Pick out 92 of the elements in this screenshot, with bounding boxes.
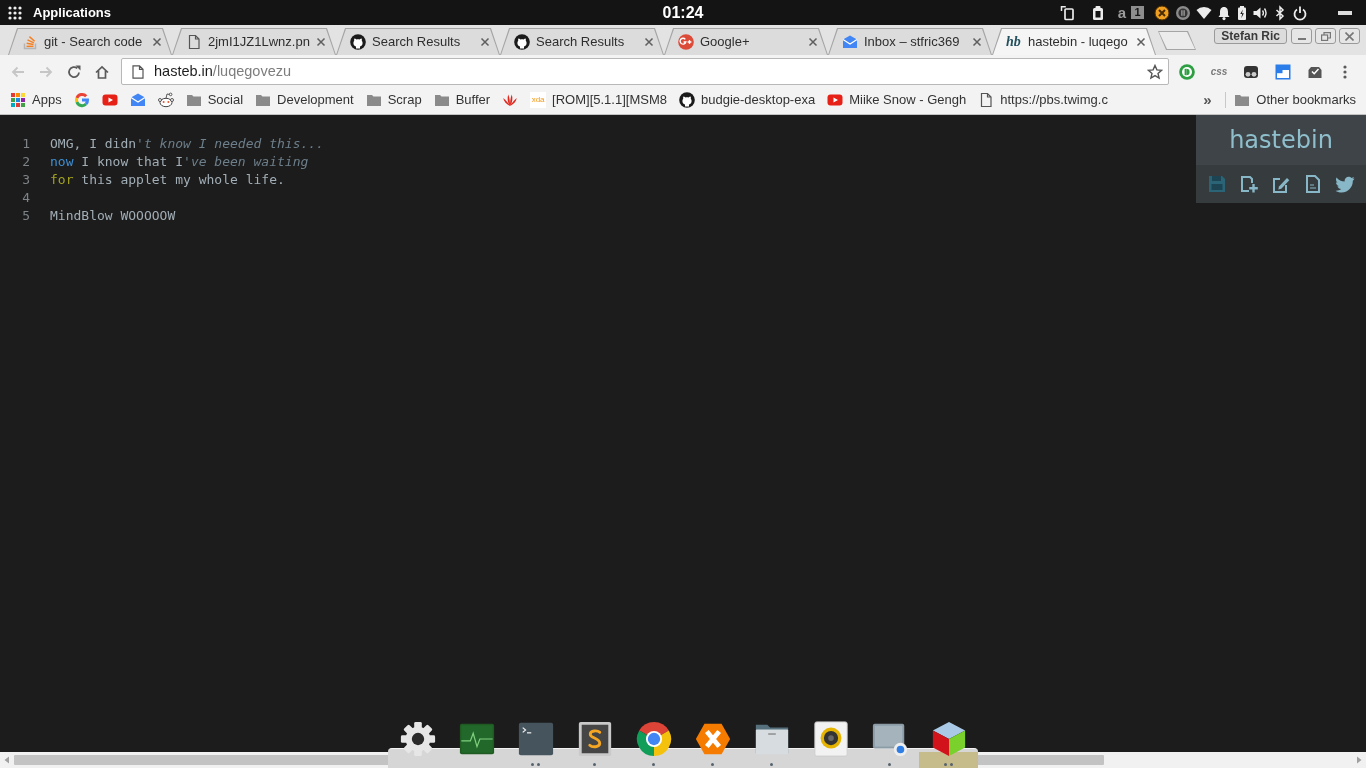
close-icon[interactable] bbox=[972, 36, 982, 47]
bookmark-item[interactable]: Apps bbox=[4, 89, 68, 111]
bookmark-item[interactable]: Miike Snow - Gengh bbox=[821, 89, 973, 111]
close-icon[interactable] bbox=[808, 36, 818, 47]
close-icon[interactable] bbox=[152, 36, 162, 47]
document-icon bbox=[186, 33, 202, 50]
indicator-badge[interactable]: 1 bbox=[1131, 6, 1144, 19]
play-icon bbox=[101, 92, 118, 108]
browser-tab[interactable]: hb hastebin - luqego bbox=[992, 28, 1156, 55]
line-number: 1 bbox=[21, 135, 30, 153]
folder-icon bbox=[255, 92, 272, 108]
window-icon bbox=[1275, 63, 1291, 80]
cat-circle-icon bbox=[678, 92, 695, 108]
minimize-button[interactable] bbox=[1291, 28, 1312, 44]
rotate-icon[interactable] bbox=[1059, 4, 1076, 21]
menu-icon bbox=[1343, 63, 1347, 80]
home-icon bbox=[94, 63, 110, 80]
close-icon[interactable] bbox=[316, 36, 326, 47]
folder-icon bbox=[365, 92, 382, 108]
close-icon[interactable] bbox=[480, 36, 490, 47]
code-line: for this applet my whole life. bbox=[50, 171, 285, 189]
code-line: OMG, I didn't know I needed this... bbox=[50, 135, 324, 153]
alien-head-icon bbox=[157, 92, 174, 108]
dash-icon[interactable] bbox=[1338, 10, 1352, 15]
petals-icon bbox=[502, 92, 519, 108]
extension-button[interactable]: css bbox=[1203, 57, 1235, 86]
pause-circle-icon[interactable] bbox=[1175, 4, 1191, 21]
restore-button[interactable] bbox=[1315, 28, 1336, 44]
browser-tab[interactable]: Search Results bbox=[336, 28, 500, 55]
bookmark-folder[interactable]: Other bookmarks bbox=[1234, 89, 1366, 111]
bird-icon bbox=[1335, 174, 1355, 194]
two-dot-square-icon bbox=[1243, 63, 1259, 80]
bookmark-item[interactable]: budgie-desktop-exa bbox=[672, 89, 822, 111]
close-icon[interactable] bbox=[644, 36, 654, 47]
browser-tab[interactable]: Google+ bbox=[664, 28, 828, 55]
grid-icon bbox=[10, 92, 26, 108]
browser-tab[interactable]: Search Results bbox=[500, 28, 664, 55]
folder-icon bbox=[433, 92, 450, 108]
bookmark-folder[interactable]: Buffer bbox=[427, 89, 497, 111]
page-icon bbox=[978, 92, 995, 108]
bookmark-item[interactable]: https://pbs.twimg.c bbox=[972, 89, 1114, 111]
segmented-circle-icon bbox=[634, 720, 673, 758]
folder-icon bbox=[1234, 92, 1251, 108]
ring-extension-icon bbox=[1179, 63, 1195, 80]
bookmark-folder[interactable]: Development bbox=[249, 89, 360, 111]
star-icon[interactable] bbox=[1147, 63, 1163, 80]
hastebin-logo: hastebin bbox=[1229, 128, 1333, 152]
close-icon bbox=[1345, 31, 1354, 41]
floppy-icon bbox=[1207, 174, 1227, 194]
profile-button[interactable]: Stefan Ric bbox=[1214, 28, 1287, 44]
g-logo-icon bbox=[73, 92, 90, 108]
bookmark-folder[interactable]: Scrap bbox=[359, 89, 428, 111]
page-icon bbox=[132, 64, 144, 79]
bookmark-folder[interactable]: Social bbox=[179, 89, 250, 111]
favicon-text: xda bbox=[530, 92, 547, 108]
speaker-icon bbox=[811, 720, 850, 758]
clock: 01:24 bbox=[662, 2, 704, 23]
restore-icon bbox=[1320, 31, 1331, 41]
bookmarks-overflow-button[interactable]: » bbox=[1197, 89, 1218, 111]
applications-menu[interactable]: Applications bbox=[33, 2, 111, 23]
line-number: 2 bbox=[21, 153, 30, 171]
code-line: now I know that I've been waiting bbox=[50, 153, 309, 171]
plus-circle-icon bbox=[678, 33, 694, 50]
address-bar[interactable]: hasteb.in/luqegovezu bbox=[121, 58, 1169, 85]
close-window-button[interactable] bbox=[1339, 28, 1360, 44]
envelope-icon bbox=[129, 92, 146, 108]
apps-grid-icon[interactable] bbox=[8, 5, 22, 20]
minimize-icon bbox=[1297, 38, 1306, 40]
cat-circle-icon bbox=[514, 33, 530, 50]
line-number: 5 bbox=[21, 207, 30, 225]
wifi-icon[interactable] bbox=[1196, 4, 1212, 21]
folder-icon bbox=[185, 92, 202, 108]
cat-circle-icon bbox=[350, 33, 366, 50]
play-icon bbox=[827, 92, 844, 108]
browser-tab[interactable]: Inbox – stfric369 bbox=[828, 28, 992, 55]
bookmark-item[interactable]: xda [ROM][5.1.1][MSM8 bbox=[524, 89, 673, 111]
reload-icon bbox=[66, 63, 82, 80]
line-number: 3 bbox=[21, 171, 30, 189]
document-icon bbox=[1303, 174, 1323, 194]
x-circle-icon[interactable] bbox=[1154, 4, 1170, 21]
browser-tab[interactable]: git - Search code bbox=[8, 28, 172, 55]
gear-icon bbox=[398, 720, 437, 758]
new-document-icon bbox=[1239, 174, 1259, 194]
browser-tab[interactable]: 2jmI1JZ1Lwnz.pn bbox=[172, 28, 336, 55]
indicator-label[interactable]: a bbox=[1117, 5, 1126, 20]
favicon-text: hb bbox=[1006, 34, 1022, 49]
line-number: 4 bbox=[21, 189, 30, 207]
close-icon[interactable] bbox=[1136, 36, 1146, 47]
code-line: MindBlow WOOOOOW bbox=[50, 207, 176, 225]
power-icon[interactable] bbox=[1292, 4, 1308, 21]
envelope-icon bbox=[842, 33, 858, 50]
bell-icon[interactable] bbox=[1216, 4, 1232, 21]
